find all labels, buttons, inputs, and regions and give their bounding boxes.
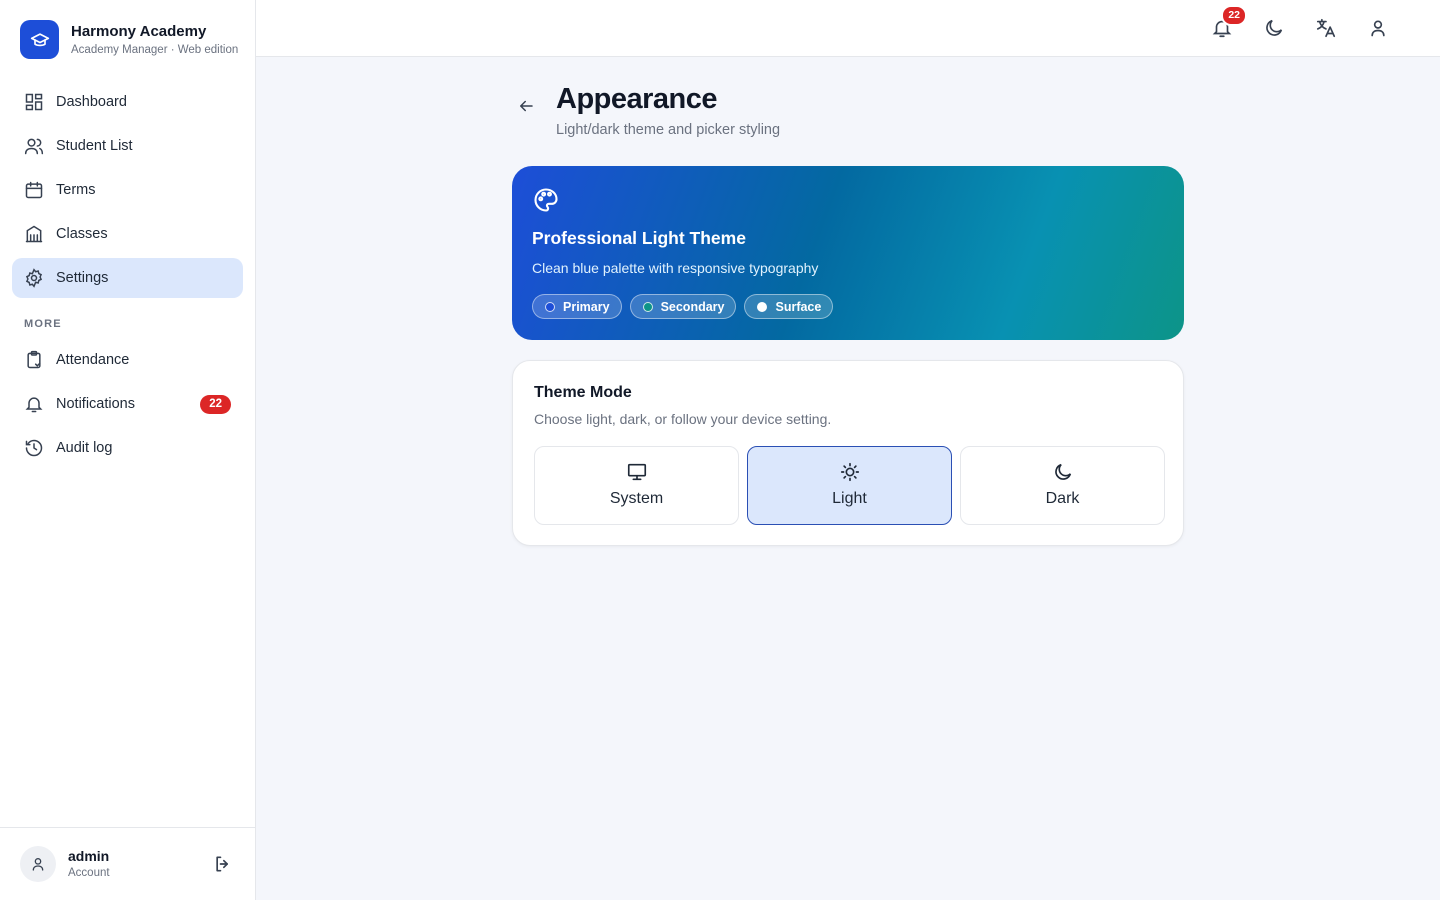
sidebar-item-label: Notifications	[56, 396, 135, 412]
sun-icon	[838, 460, 862, 484]
logout-button[interactable]	[211, 852, 235, 876]
moon-icon	[1051, 460, 1075, 484]
logout-icon	[216, 856, 228, 872]
page-title: Appearance	[556, 83, 718, 115]
theme-mode-options: System Light Dark	[534, 446, 1165, 525]
calendar-icon	[24, 180, 44, 200]
sidebar-item-label: Audit log	[56, 440, 113, 456]
notification-count-badge: 22	[1221, 5, 1247, 26]
gear-icon	[24, 268, 44, 288]
topbar: 22	[256, 0, 1440, 57]
profile-button[interactable]	[1364, 14, 1392, 42]
sidebar-item-label: Dashboard	[56, 94, 127, 110]
sidebar-nav: Dashboard Student List Terms Classes Set…	[12, 82, 243, 472]
theme-toggle-button[interactable]	[1260, 14, 1288, 42]
monitor-icon	[625, 460, 649, 484]
brand-subtitle: Academy Manager · Web edition	[71, 43, 239, 56]
sidebar-footer: admin Account	[0, 827, 255, 900]
palette-icon	[532, 186, 560, 214]
chip-label: Primary	[563, 299, 610, 314]
bell-icon	[24, 394, 44, 414]
brand[interactable]: Harmony Academy Academy Manager · Web ed…	[20, 20, 242, 59]
sidebar: Harmony Academy Academy Manager · Web ed…	[0, 0, 256, 900]
palette-chips: Primary Secondary Surface	[532, 294, 834, 319]
theme-mode-title: Theme Mode	[534, 384, 632, 401]
history-icon	[24, 438, 44, 458]
chip-primary: Primary	[532, 294, 622, 319]
dashboard-icon	[24, 92, 44, 112]
theme-option-system[interactable]: System	[534, 446, 739, 525]
theme-hero-card: Professional Light Theme Clean blue pale…	[512, 166, 1184, 340]
color-dot	[642, 301, 653, 312]
color-dot	[757, 301, 768, 312]
theme-option-dark[interactable]: Dark	[960, 446, 1165, 525]
color-dot	[545, 301, 555, 312]
theme-mode-subtitle: Choose light, dark, or follow your devic…	[534, 411, 832, 427]
sidebar-item-attendance[interactable]: Attendance	[12, 340, 243, 380]
sidebar-item-label: Attendance	[56, 352, 130, 368]
sidebar-item-label: Terms	[56, 182, 96, 198]
notifications-button[interactable]: 22	[1208, 5, 1247, 42]
sidebar-item-label: Student List	[56, 138, 133, 154]
theme-option-label: Dark	[1045, 490, 1080, 507]
page-subtitle: Light/dark theme and picker styling	[556, 122, 781, 138]
back-button[interactable]	[514, 94, 538, 118]
user-icon	[32, 858, 44, 871]
graduation-cap-icon	[20, 20, 59, 59]
chip-surface: Surface	[744, 294, 834, 319]
sidebar-item-notifications[interactable]: Notifications 22	[12, 384, 243, 424]
sidebar-item-student-list[interactable]: Student List	[12, 126, 243, 166]
sidebar-item-label: Classes	[56, 226, 108, 242]
clipboard-icon	[24, 350, 44, 370]
sidebar-item-terms[interactable]: Terms	[12, 170, 243, 210]
building-icon	[24, 224, 44, 244]
brand-title: Harmony Academy	[71, 22, 207, 40]
sidebar-item-audit-log[interactable]: Audit log	[12, 428, 243, 468]
theme-option-label: Light	[832, 490, 867, 507]
theme-option-light[interactable]: Light	[747, 446, 952, 525]
theme-mode-card: Theme Mode Choose light, dark, or follow…	[512, 360, 1184, 546]
theme-option-label: System	[609, 490, 664, 507]
language-button[interactable]	[1312, 14, 1340, 42]
user-icon	[1371, 20, 1385, 37]
hero-subtitle: Clean blue palette with responsive typog…	[532, 260, 819, 276]
moon-icon	[1266, 19, 1283, 36]
user-name: admin	[68, 848, 110, 864]
chip-secondary: Secondary	[629, 294, 737, 319]
user-role: Account	[68, 867, 110, 879]
sidebar-section-more: MORE	[24, 318, 62, 330]
sidebar-item-settings[interactable]: Settings	[12, 258, 243, 298]
notifications-badge: 22	[200, 394, 231, 414]
translate-icon	[1316, 18, 1336, 38]
avatar[interactable]	[20, 846, 56, 882]
arrow-left-icon	[520, 100, 533, 112]
users-icon	[24, 136, 44, 156]
chip-label: Secondary	[660, 299, 725, 314]
sidebar-item-classes[interactable]: Classes	[12, 214, 243, 254]
chip-label: Surface	[775, 299, 822, 314]
sidebar-item-label: Settings	[56, 270, 109, 286]
hero-title: Professional Light Theme	[532, 228, 746, 248]
sidebar-item-dashboard[interactable]: Dashboard	[12, 82, 243, 122]
